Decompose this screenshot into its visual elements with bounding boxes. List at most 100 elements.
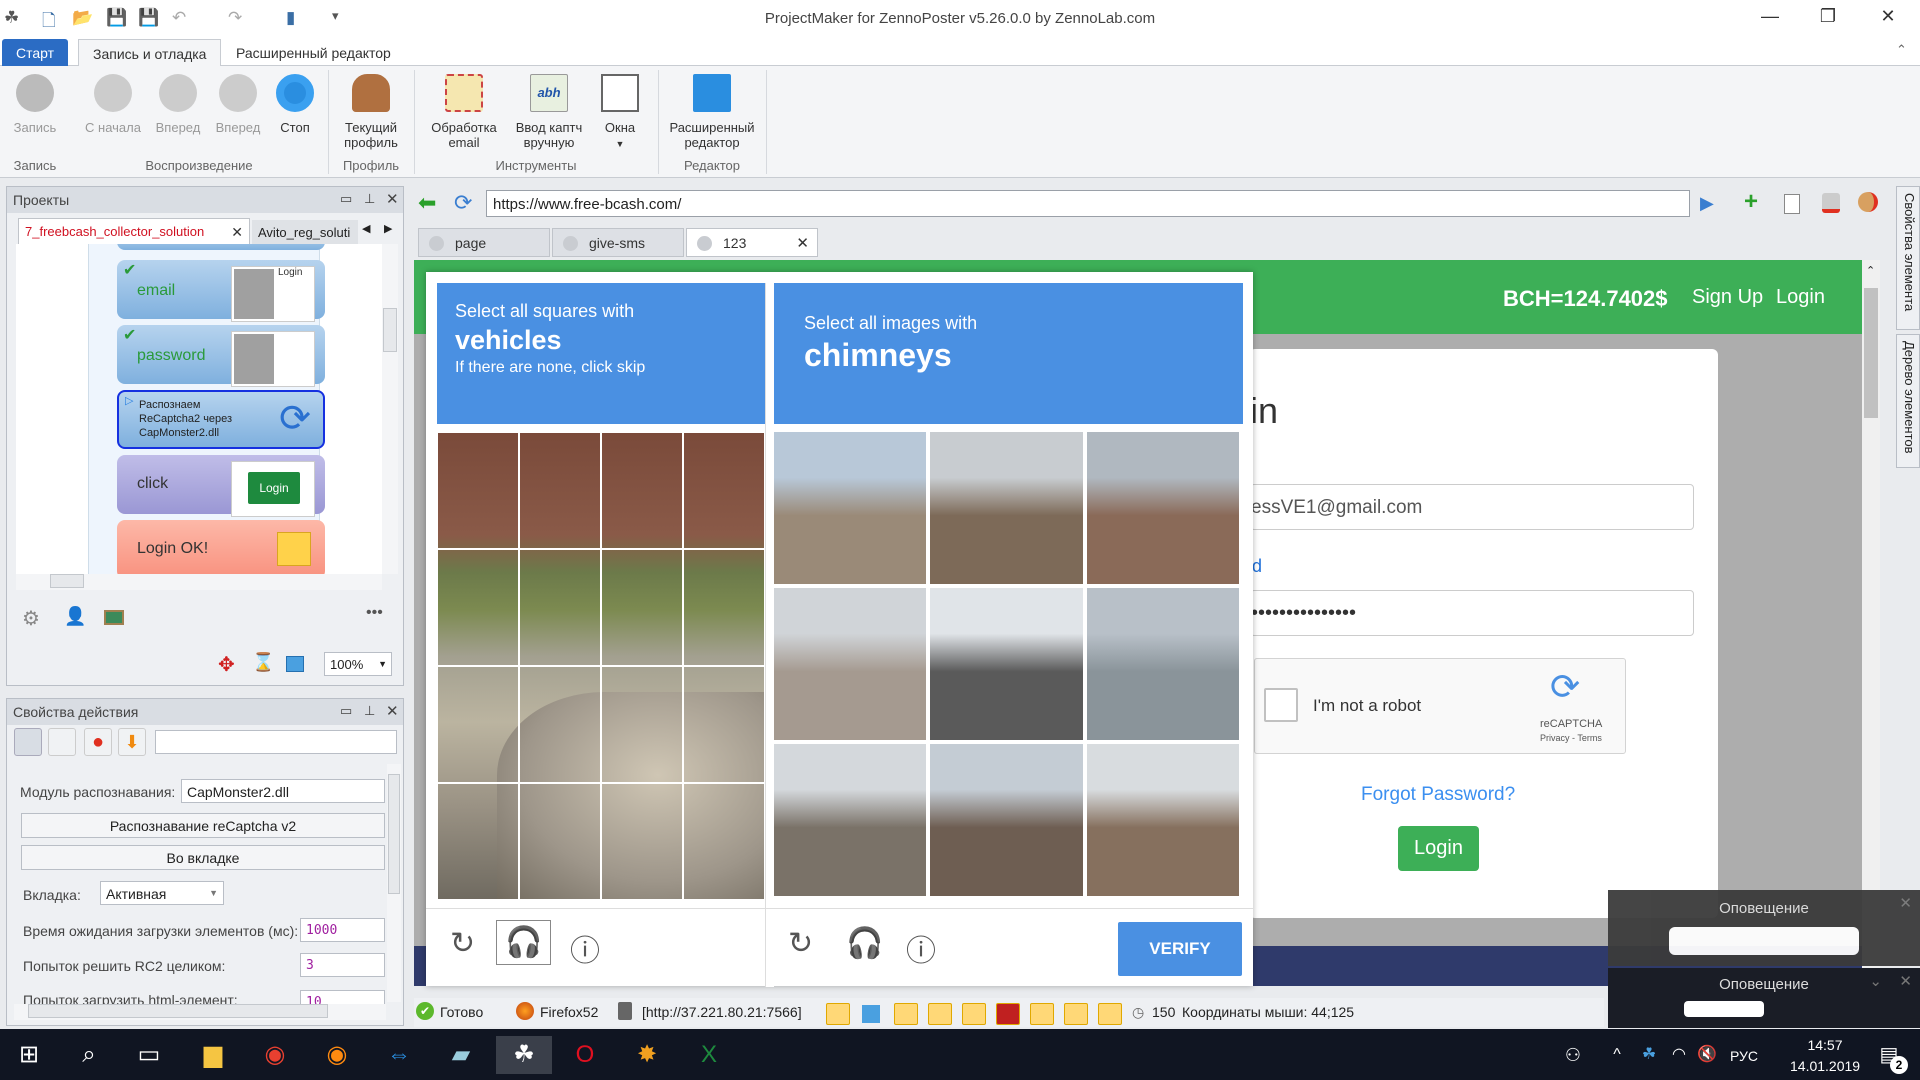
stop-button[interactable]: Стоп <box>260 70 330 135</box>
captcha-tile[interactable] <box>519 666 601 783</box>
task-view-icon[interactable]: ▭ <box>130 1036 168 1074</box>
captcha-tile[interactable] <box>601 783 683 900</box>
captcha-image-tile[interactable] <box>930 744 1083 896</box>
arrow-down-icon[interactable]: ⬇ <box>118 728 146 756</box>
recaptcha-v2-button[interactable]: Распознавание reCaptcha v2 <box>21 813 385 838</box>
app-icon[interactable]: ✸ <box>628 1036 666 1074</box>
horizontal-scrollbar[interactable] <box>16 574 382 590</box>
scroll-up-icon[interactable]: ⌃ <box>1866 264 1875 277</box>
captcha-tile[interactable] <box>519 783 601 900</box>
plugins-toggle-icon[interactable] <box>1064 1003 1088 1025</box>
minimize-button[interactable]: — <box>1750 6 1790 27</box>
scroll-left-icon[interactable]: ◀ <box>362 222 370 235</box>
board-icon[interactable] <box>104 610 124 625</box>
signup-link[interactable]: Sign Up <box>1692 286 1763 309</box>
collapse-ribbon-icon[interactable]: ⌃ <box>1896 42 1907 58</box>
captcha-image-tile[interactable] <box>1086 588 1239 740</box>
event-window-icon[interactable] <box>48 728 76 756</box>
clock-date[interactable]: 14.01.2019 <box>1790 1058 1860 1074</box>
in-tab-button[interactable]: Во вкладке <box>21 845 385 870</box>
attempts-field[interactable]: 3 <box>300 953 385 977</box>
pin-icon[interactable]: ⊥ <box>364 703 375 719</box>
browser-tab-page[interactable]: page <box>418 228 550 257</box>
captcha-image-tile[interactable] <box>930 588 1083 740</box>
window-icon[interactable] <box>286 656 304 672</box>
captcha-tile[interactable] <box>683 783 765 900</box>
block-email[interactable]: ✔ email Login <box>117 260 325 322</box>
volume-muted-icon[interactable]: 🔇 <box>1688 1036 1726 1074</box>
current-profile-button[interactable]: Текущий профиль <box>336 70 406 150</box>
restore-button[interactable]: ❐ <box>1808 6 1848 27</box>
people-icon[interactable]: ⚇ <box>1554 1036 1592 1074</box>
start-windows-icon[interactable]: ⊞ <box>10 1036 48 1074</box>
project-tab-avito[interactable]: Avito_reg_soluti <box>252 220 358 244</box>
page-scrollbar[interactable]: ⌃ <box>1862 260 1880 986</box>
recaptcha-links[interactable]: Privacy - Terms <box>1540 733 1602 743</box>
pin-icon[interactable]: ⊥ <box>364 191 375 207</box>
excel-icon[interactable]: X <box>690 1036 728 1074</box>
record-stop-icon[interactable]: ● <box>84 728 112 756</box>
tab-select[interactable]: Активная ▼ <box>100 881 224 905</box>
chrome-icon[interactable]: ◉ <box>256 1036 294 1074</box>
url-input[interactable]: https://www.free-bcash.com/ <box>486 190 1690 217</box>
zoom-select[interactable]: 100% ▼ <box>324 652 392 676</box>
firefox-icon[interactable]: ◉ <box>318 1036 356 1074</box>
captcha-tile[interactable] <box>437 666 519 783</box>
popups-toggle-icon[interactable] <box>1030 1003 1054 1025</box>
frames-toggle-icon[interactable] <box>862 1005 880 1023</box>
captcha-tile[interactable] <box>601 549 683 666</box>
page-source-icon[interactable] <box>1784 194 1800 214</box>
close-tab-icon[interactable]: ✕ <box>796 234 809 252</box>
javascript-toggle-icon[interactable] <box>962 1003 986 1025</box>
close-icon[interactable]: ✕ <box>1899 972 1912 990</box>
captcha-tile[interactable] <box>601 666 683 783</box>
captcha-image-tile[interactable] <box>774 744 927 896</box>
more-icon[interactable]: ••• <box>366 604 383 622</box>
block-click[interactable]: click Login <box>117 455 325 517</box>
project-tab-freebcash[interactable]: 7_freebcash_collector_solution ✕ <box>18 218 250 244</box>
forgot-password-link[interactable]: Forgot Password? <box>1361 784 1515 806</box>
close-button[interactable]: ✕ <box>1868 6 1908 27</box>
iframe-toggle-icon[interactable] <box>894 1003 918 1025</box>
media-toggle-icon[interactable] <box>1098 1003 1122 1025</box>
audio-challenge-icon[interactable]: 🎧 <box>846 926 883 961</box>
gear-icon[interactable]: ⚙ <box>22 606 40 631</box>
from-start-button[interactable]: С начала <box>78 70 148 135</box>
windows-button[interactable]: Окна ▼ <box>585 70 655 152</box>
opera-icon[interactable]: O <box>566 1036 604 1074</box>
close-panel-icon[interactable]: ✕ <box>386 702 399 720</box>
captcha-tile[interactable] <box>519 432 601 549</box>
captcha-tile[interactable] <box>683 432 765 549</box>
side-tab-element-tree[interactable]: Дерево элементов <box>1896 334 1920 468</box>
info-icon[interactable]: ⓘ <box>906 926 936 970</box>
manual-captcha-button[interactable]: abh Ввод каптч вручную <box>508 70 590 150</box>
captcha-tile[interactable] <box>437 783 519 900</box>
captcha-tile[interactable] <box>519 549 601 666</box>
recaptcha-checkbox[interactable] <box>1264 688 1298 722</box>
captcha-image-tile[interactable] <box>774 588 927 740</box>
file-explorer-icon[interactable]: ▆ <box>194 1036 232 1074</box>
captcha-tile[interactable] <box>601 432 683 549</box>
scroll-right-icon[interactable]: ▶ <box>384 222 392 235</box>
project-canvas[interactable]: ✔ email Login ✔ password ▷ Распознаем ReCapt… <box>16 244 398 574</box>
record-button[interactable]: Запись <box>0 70 70 135</box>
back-icon[interactable]: ⬅ <box>418 190 436 216</box>
close-tab-icon[interactable]: ✕ <box>231 224 243 241</box>
login-button[interactable]: Login <box>1398 826 1479 871</box>
browser-tab-give-sms[interactable]: give-sms <box>552 228 684 257</box>
captcha-image-tile[interactable] <box>930 432 1083 584</box>
crosshair-icon[interactable]: ✥ <box>218 652 235 677</box>
close-panel-icon[interactable]: ✕ <box>386 190 399 208</box>
teamviewer-icon[interactable]: ⇔ <box>380 1036 418 1074</box>
header-login-link[interactable]: Login <box>1776 286 1825 309</box>
go-icon[interactable]: ▶ <box>1700 193 1714 214</box>
clock-time[interactable]: 14:57 <box>1790 1037 1860 1053</box>
css-toggle-icon[interactable] <box>928 1003 952 1025</box>
vertical-scrollbar[interactable] <box>382 244 398 574</box>
email-input[interactable]: essVE1@gmail.com <box>1250 484 1694 530</box>
images-toggle-icon[interactable] <box>826 1003 850 1025</box>
browser-tab-123[interactable]: 123 ✕ <box>686 228 818 257</box>
captcha-image-tile[interactable] <box>1086 744 1239 896</box>
reload-icon[interactable]: ↻ <box>788 926 813 961</box>
notification[interactable]: Оповещение ✕ <box>1608 890 1920 966</box>
